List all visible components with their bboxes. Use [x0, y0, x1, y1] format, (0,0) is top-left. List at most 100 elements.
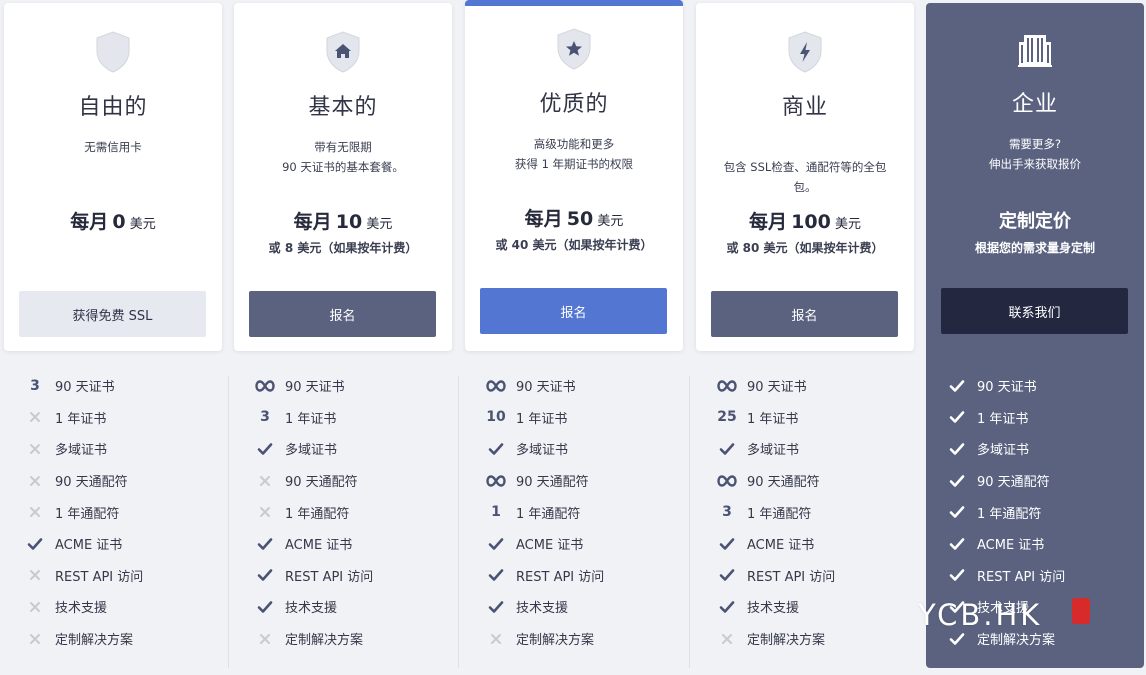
cross-icon — [254, 475, 276, 487]
plan-price: 每月 100 美元 — [696, 207, 914, 234]
feature-label: REST API 访问 — [55, 569, 144, 585]
feature-row: 技术支援 — [4, 591, 222, 623]
shield-icon — [96, 31, 130, 73]
pricing-plans: 自由的 无需信用卡 每月 0 美元 获得免费 SSL 3 90 天证书 1 年证书多… — [0, 0, 1146, 675]
check-icon — [716, 600, 738, 614]
feature-label: REST API 访问 — [285, 569, 374, 585]
feature-row: 多域证书 — [926, 433, 1144, 465]
feature-row: 25 1 年证书 — [696, 402, 914, 434]
feature-label: ACME 证书 — [55, 538, 123, 554]
plan-free: 自由的 无需信用卡 每月 0 美元 获得免费 SSL 3 90 天证书 1 年证书多… — [4, 0, 222, 675]
feature-row: 90 天证书 — [696, 370, 914, 402]
feature-row: 90 天证书 — [926, 370, 1144, 402]
price-prefix: 每月 — [293, 211, 332, 233]
feature-count: 3 — [260, 409, 270, 426]
feature-label: 90 天证书 — [516, 380, 576, 396]
check-icon — [485, 537, 507, 551]
feature-row: 1 1 年通配符 — [465, 496, 683, 528]
feature-label: 定制解决方案 — [285, 633, 364, 649]
feature-label: 多域证书 — [285, 443, 338, 459]
plan-description: 带有无限期 90 天证书的基本套餐。 — [248, 137, 438, 177]
feature-row: 1 年通配符 — [234, 496, 452, 528]
feature-label: 技术支援 — [285, 601, 338, 617]
feature-list: 90 天证书 25 1 年证书 多域证书 90 天通配符 3 1 年通配符 ACME 证书 RE… — [696, 370, 914, 654]
feature-row: 技术支援 — [465, 591, 683, 623]
plan-desc-line: 高级功能和更多 — [533, 137, 615, 151]
infinity-icon — [485, 380, 507, 392]
check-icon — [254, 537, 276, 551]
feature-label: 90 天通配符 — [55, 475, 128, 491]
feature-row: 90 天通配符 — [4, 465, 222, 497]
plan-description: 包含 SSL检查、通配符等的全包 包。 — [710, 157, 900, 197]
get-free-ssl-button[interactable]: 获得免费 SSL — [19, 291, 206, 337]
feature-label: 1 年证书 — [55, 411, 107, 427]
plan-title: 商业 — [781, 95, 828, 120]
feature-label: 1 年通配符 — [285, 506, 350, 522]
plan-desc-line: 需要更多? — [1008, 137, 1062, 151]
signup-button-business[interactable]: 报名 — [711, 291, 898, 337]
signup-button-premium[interactable]: 报名 — [480, 288, 667, 334]
feature-list: 90 天证书 3 1 年证书 多域证书 90 天通配符 1 年通配符 ACME 证书 REST… — [234, 370, 452, 654]
plan-desc-line: 包含 SSL检查、通配符等的全包 — [723, 160, 887, 174]
feature-row: ACME 证书 — [465, 528, 683, 560]
feature-label: 90 天通配符 — [285, 475, 358, 491]
signup-button-basic[interactable]: 报名 — [249, 291, 436, 337]
cross-icon — [254, 506, 276, 518]
feature-row: 多域证书 — [696, 433, 914, 465]
plan-title: 自由的 — [78, 95, 148, 120]
feature-label: 90 天证书 — [55, 380, 115, 396]
feature-row: 90 天证书 — [465, 370, 683, 402]
plan-basic: 基本的 带有无限期 90 天证书的基本套餐。 每月 10 美元 或 8 美元（如… — [234, 0, 452, 675]
check-icon — [485, 600, 507, 614]
feature-label: 1 年证书 — [977, 411, 1029, 427]
feature-label: 1 年证书 — [285, 411, 337, 427]
check-icon — [946, 410, 968, 424]
feature-count: 3 — [722, 504, 732, 521]
column-divider — [458, 376, 459, 668]
seal-stamp-icon — [1072, 598, 1090, 624]
feature-row: 90 天通配符 — [926, 465, 1144, 497]
contact-us-button[interactable]: 联系我们 — [941, 288, 1128, 334]
column-divider — [228, 376, 229, 668]
plan-desc-line: 带有无限期 — [314, 140, 372, 154]
check-icon — [485, 568, 507, 582]
plan-desc-line: 包。 — [793, 180, 817, 194]
infinity-icon — [716, 474, 738, 487]
feature-label: 90 天通配符 — [516, 475, 589, 491]
plan-card: 商业 包含 SSL检查、通配符等的全包 包。 每月 100 美元 或 80 美元… — [696, 3, 914, 351]
feature-row: REST API 访问 — [465, 560, 683, 592]
feature-label: 多域证书 — [55, 443, 108, 459]
column-divider — [689, 376, 690, 668]
feature-label: 1 年通配符 — [516, 506, 581, 522]
price-amount: 50 — [566, 208, 594, 230]
feature-count: 25 — [717, 409, 737, 426]
price-prefix: 每月 — [70, 211, 109, 233]
feature-row: 3 90 天证书 — [4, 370, 222, 402]
feature-row: 多域证书 — [465, 433, 683, 465]
feature-label: ACME 证书 — [516, 538, 584, 554]
plan-title: 基本的 — [308, 95, 378, 120]
check-icon — [946, 442, 968, 456]
infinity-icon — [254, 380, 276, 392]
plan-enterprise: 企业 需要更多? 伸出手来获取报价 定制定价 根据您的需求量身定制 联系我们 9… — [926, 3, 1144, 668]
infinity-icon — [485, 474, 507, 487]
custom-pricing-title: 定制定价 — [999, 211, 1071, 232]
plan-desc-line: 获得 1 年期证书的权限 — [514, 157, 634, 171]
feature-label: REST API 访问 — [516, 569, 605, 585]
price-amount: 100 — [791, 211, 831, 233]
feature-count: 3 — [30, 377, 40, 394]
feature-label: REST API 访问 — [747, 569, 836, 585]
watermark-text: YCB.HK — [918, 598, 1043, 632]
check-icon — [254, 600, 276, 614]
price-unit: 美元 — [366, 217, 393, 232]
feature-label: 多域证书 — [516, 443, 569, 459]
price-amount: 10 — [335, 211, 363, 233]
feature-row: 90 天证书 — [234, 370, 452, 402]
check-icon — [254, 568, 276, 582]
price-amount: 0 — [112, 211, 126, 233]
feature-list: 90 天证书 10 1 年证书 多域证书 90 天通配符 1 1 年通配符 ACME 证书 RE… — [465, 370, 683, 654]
check-icon — [946, 537, 968, 551]
feature-row: REST API 访问 — [696, 560, 914, 592]
plan-title: 企业 — [1011, 92, 1058, 117]
feature-label: 技术支援 — [516, 601, 569, 617]
